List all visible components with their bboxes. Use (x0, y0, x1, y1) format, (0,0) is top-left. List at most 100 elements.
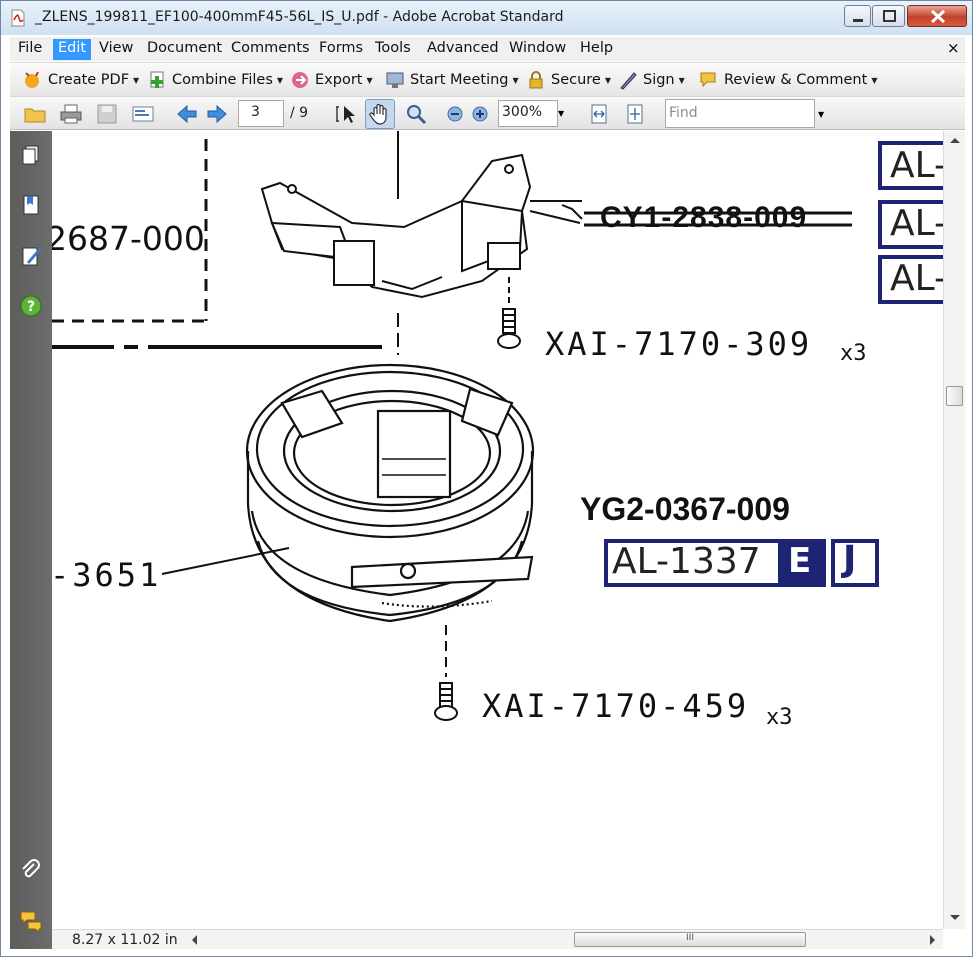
find-dropdown-icon[interactable]: ▼ (818, 110, 824, 119)
zoom-in-button[interactable] (467, 101, 493, 127)
email-button[interactable] (130, 101, 156, 127)
ring-assembly-drawing (245, 363, 535, 623)
menu-edit[interactable]: Edit (53, 39, 92, 60)
part-number-yg2-0367-009: YG2-0367-009 (580, 491, 790, 527)
screw-code-bottom: XAI-7170-459 (482, 687, 750, 725)
hand-icon (369, 103, 387, 125)
close-document-button[interactable]: × (947, 39, 960, 57)
menu-comments[interactable]: Comments (226, 39, 315, 60)
combine-files-button[interactable]: Combine Files ▼ (146, 67, 283, 93)
part-number-2687-000: 2687-000 (52, 219, 205, 258)
folder-icon (24, 108, 46, 123)
marquee-zoom-button[interactable] (404, 101, 430, 127)
horizontal-scroll-thumb[interactable]: III (574, 932, 806, 947)
fit-width-icon (591, 104, 607, 124)
screw-drawing-bottom (434, 625, 458, 721)
export-label: Export (315, 72, 363, 88)
comments-icon[interactable] (19, 909, 43, 933)
open-button[interactable] (22, 101, 48, 127)
save-button[interactable] (94, 101, 120, 127)
magnifier-icon (407, 105, 427, 125)
start-meeting-icon (386, 72, 404, 88)
maximize-icon (883, 10, 896, 22)
combine-files-icon (150, 71, 164, 88)
sign-label: Sign (643, 72, 675, 88)
comment-bubble-icon (700, 72, 716, 88)
scroll-up-icon[interactable] (945, 133, 965, 147)
menu-window[interactable]: Window (504, 39, 571, 60)
menu-advanced[interactable]: Advanced (422, 39, 504, 60)
pdf-file-icon (11, 9, 25, 27)
minimize-button[interactable] (844, 5, 871, 27)
menu-forms[interactable]: Forms (314, 39, 368, 60)
signatures-icon[interactable] (19, 244, 43, 268)
printer-icon (60, 104, 82, 124)
menu-tools[interactable]: Tools (370, 39, 416, 60)
title-bar: _ZLENS_199811_EF100-400mmF45-56L_IS_U.pd… (1, 1, 972, 35)
zoom-level-input[interactable]: 300% (498, 100, 558, 127)
horizontal-scrollbar[interactable]: 8.27 x 11.02 in III (52, 929, 943, 949)
email-icon (132, 106, 154, 122)
language-badge-j: J (843, 539, 857, 580)
review-comment-button[interactable]: Review & Comment ▼ (698, 67, 877, 93)
al-partial-3: AL- (890, 258, 943, 299)
text-cursor-arrow-icon (336, 106, 355, 123)
select-tool-button[interactable] (332, 101, 358, 127)
close-icon (930, 9, 946, 24)
start-meeting-button[interactable]: Start Meeting ▼ (384, 67, 519, 93)
vertical-scrollbar[interactable] (943, 131, 965, 929)
zoom-out-button[interactable] (442, 101, 468, 127)
al-partial-1: AL- (890, 145, 943, 186)
review-comment-label: Review & Comment (724, 72, 868, 88)
secure-label: Secure (551, 72, 601, 88)
pages-icon[interactable] (19, 143, 43, 167)
secure-button[interactable]: Secure ▼ (525, 67, 611, 93)
window-title: _ZLENS_199811_EF100-400mmF45-56L_IS_U.pd… (35, 9, 564, 25)
create-pdf-button[interactable]: Create PDF ▼ (22, 67, 139, 93)
page-total: / 9 (290, 105, 309, 121)
hand-tool-button[interactable] (365, 99, 395, 129)
menu-view[interactable]: View (94, 39, 138, 60)
page-size-readout: 8.27 x 11.02 in (72, 932, 178, 948)
menu-help[interactable]: Help (575, 39, 618, 60)
arrow-right-icon (207, 104, 227, 124)
scroll-left-icon[interactable] (188, 932, 202, 948)
menu-document[interactable]: Document (142, 39, 227, 60)
menu-file[interactable]: File (13, 39, 47, 60)
fit-page-button[interactable] (622, 101, 648, 127)
part-number-cy1-2838-009: CY1-2838-009 (600, 201, 808, 234)
help-icon[interactable]: ? (19, 294, 43, 318)
save-disk-icon (97, 104, 117, 124)
fit-width-button[interactable] (586, 101, 612, 127)
arrow-left-icon (177, 104, 197, 124)
svg-text:?: ? (27, 299, 35, 315)
document-view[interactable]: 2687-000 CY1-2838-009 XAI-7170-309 x3 YG… (52, 131, 943, 929)
part-number-3651: -3651 (52, 556, 162, 594)
scroll-right-icon[interactable] (925, 932, 939, 948)
task-toolbar: Create PDF ▼ Combine Files ▼ Export ▼ Start… (10, 62, 965, 96)
pen-icon (620, 72, 637, 90)
page-number-input[interactable]: 3 (238, 100, 284, 127)
zoom-out-icon (447, 106, 463, 122)
menu-bar: File Edit View Document Comments Forms T… (10, 37, 965, 61)
al-partial-2: AL- (890, 203, 943, 244)
maximize-button[interactable] (872, 5, 905, 27)
screw-drawing-top (497, 277, 521, 349)
previous-page-button[interactable] (174, 101, 200, 127)
print-button[interactable] (58, 101, 84, 127)
acrobat-window: _ZLENS_199811_EF100-400mmF45-56L_IS_U.pd… (0, 0, 973, 957)
minimize-icon (853, 19, 863, 22)
export-button[interactable]: Export ▼ (289, 67, 373, 93)
next-page-button[interactable] (204, 101, 230, 127)
scroll-down-icon[interactable] (945, 911, 965, 925)
close-button[interactable] (907, 5, 967, 27)
navigation-panel: ? (10, 131, 52, 949)
bookmarks-icon[interactable] (19, 193, 43, 217)
zoom-dropdown-icon[interactable]: ▼ (558, 109, 564, 118)
vertical-scroll-thumb[interactable] (946, 386, 963, 406)
find-input[interactable]: Find (665, 99, 815, 128)
attachments-icon[interactable] (19, 859, 43, 883)
sign-button[interactable]: Sign ▼ (617, 67, 685, 93)
lock-icon (529, 71, 543, 89)
zoom-in-icon (472, 106, 488, 122)
